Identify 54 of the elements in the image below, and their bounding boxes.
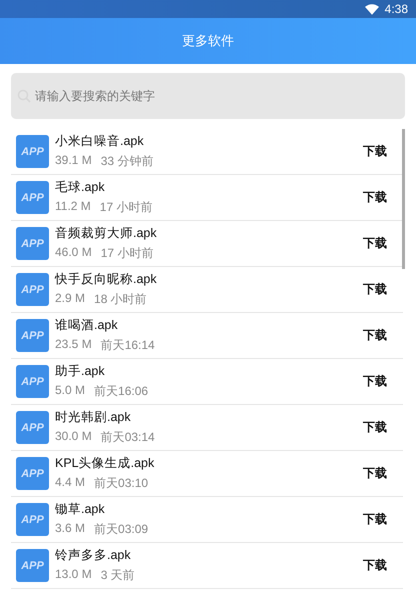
upload-time: 17 小时前 bbox=[100, 245, 154, 262]
app-icon: APP bbox=[16, 181, 49, 214]
app-name: 音频裁剪大师.apk bbox=[55, 225, 158, 242]
file-size: 2.9 M bbox=[55, 291, 86, 307]
download-button[interactable]: 下载 bbox=[363, 327, 387, 344]
upload-time: 前天03:14 bbox=[100, 429, 155, 446]
app-icon: APP bbox=[16, 549, 49, 582]
app-icon: APP bbox=[16, 503, 49, 536]
search-field[interactable]: 请输入要搜索的关键字 bbox=[11, 73, 405, 119]
file-size: 23.5 M bbox=[55, 337, 92, 353]
app-icon: APP bbox=[16, 365, 49, 398]
app-name: 谁喝酒.apk bbox=[55, 317, 119, 334]
file-size: 4.4 M bbox=[55, 475, 86, 491]
app-icon: APP bbox=[16, 411, 49, 444]
download-button[interactable]: 下载 bbox=[363, 419, 387, 436]
app-icon: APP bbox=[16, 457, 49, 490]
download-button[interactable]: 下载 bbox=[363, 189, 387, 206]
app-name: 毛球.apk bbox=[55, 179, 106, 196]
app-icon: APP bbox=[16, 227, 49, 260]
app-name: 铃声多多.apk bbox=[55, 547, 132, 564]
file-size: 39.1 M bbox=[55, 153, 92, 169]
upload-time: 3 天前 bbox=[100, 567, 135, 584]
download-button[interactable]: 下载 bbox=[363, 373, 387, 390]
status-time: 4:38 bbox=[384, 2, 408, 16]
file-size: 13.0 M bbox=[55, 567, 92, 583]
upload-time: 33 分钟前 bbox=[100, 153, 154, 170]
app-name: 快手反向昵称.apk bbox=[55, 271, 158, 288]
app-name: 时光韩剧.apk bbox=[55, 409, 132, 426]
app-name: 助手.apk bbox=[55, 363, 106, 380]
app-name: 小米白噪音.apk bbox=[55, 133, 145, 150]
upload-time: 17 小时前 bbox=[100, 199, 152, 216]
download-button[interactable]: 下载 bbox=[363, 557, 387, 574]
file-size: 5.0 M bbox=[55, 383, 86, 399]
file-size: 30.0 M bbox=[55, 429, 92, 445]
download-button[interactable]: 下载 bbox=[363, 235, 387, 252]
app-icon: APP bbox=[16, 135, 49, 168]
app-icon: APP bbox=[16, 319, 49, 352]
upload-time: 前天16:06 bbox=[94, 383, 148, 400]
app-name: 锄草.apk bbox=[55, 501, 106, 518]
app-icon: APP bbox=[16, 273, 49, 306]
file-size: 3.6 M bbox=[55, 521, 86, 537]
file-size: 46.0 M bbox=[55, 245, 92, 261]
wifi-icon bbox=[364, 4, 379, 14]
download-button[interactable]: 下载 bbox=[363, 511, 387, 528]
download-button[interactable]: 下载 bbox=[363, 465, 387, 482]
upload-time: 前天03:10 bbox=[94, 475, 148, 492]
upload-time: 18 小时前 bbox=[94, 291, 147, 308]
upload-time: 前天03:09 bbox=[94, 521, 148, 538]
download-button[interactable]: 下载 bbox=[363, 143, 387, 160]
app-name: KPL头像生成.apk bbox=[55, 455, 156, 472]
upload-time: 前天16:14 bbox=[100, 337, 155, 354]
download-button[interactable]: 下载 bbox=[363, 281, 387, 298]
page-title: 更多软件 bbox=[182, 33, 234, 50]
file-size: 11.2 M bbox=[55, 199, 91, 215]
